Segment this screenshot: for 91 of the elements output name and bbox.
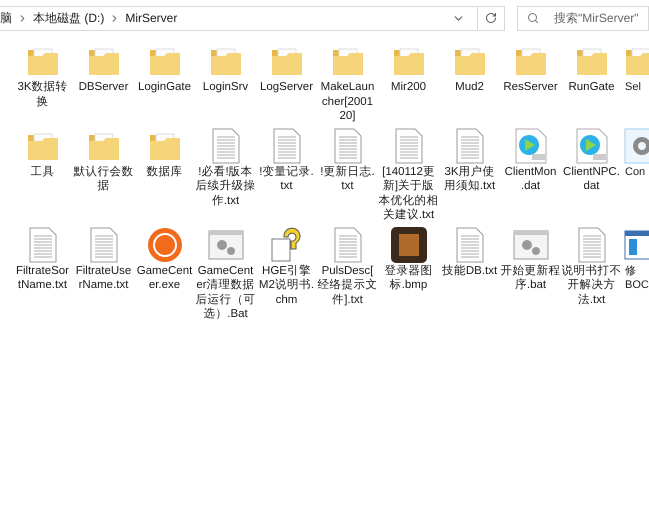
file-name: !必看!版本 后续升级操 作.txt (196, 164, 256, 208)
file-item[interactable]: LogServer (256, 42, 317, 94)
file-item[interactable]: Mud2 (439, 42, 500, 94)
file-name: DBServer (78, 80, 128, 94)
file-name: FiltrateSor tName.txt (16, 264, 70, 292)
text-file-icon (28, 226, 58, 262)
file-item[interactable]: MakeLaun cher[2001 20] (317, 42, 378, 124)
file-item[interactable]: RunGate (561, 42, 622, 94)
text-file-icon (394, 128, 424, 164)
file-name: HGE引擎 M2说明书. chm (258, 264, 314, 307)
file-item[interactable]: 默认行会数 据 (73, 126, 134, 194)
file-item[interactable]: [140112更 新]关于版 本优化的相 关建议.txt (378, 126, 439, 222)
file-item[interactable]: LoginSrv (195, 42, 256, 94)
file-name: RunGate (568, 80, 615, 94)
file-item[interactable]: ClientNPC. dat (561, 126, 622, 194)
file-name: 3K用户使 用须知.txt (444, 164, 496, 194)
file-item[interactable]: PulsDesc[ 经络提示文 件].txt (317, 226, 378, 307)
batch-file-icon (512, 230, 548, 260)
file-name: 开始更新程 序.bat (500, 264, 560, 292)
file-name: MakeLaun cher[2001 20] (320, 80, 374, 124)
batch-file-icon (208, 230, 244, 260)
file-name: Mud2 (455, 80, 484, 94)
file-name: 说明书打不 开解决方 法.txt (562, 264, 622, 307)
file-item[interactable]: Mir200 (378, 42, 439, 94)
file-item[interactable]: 修 BOC (622, 226, 649, 292)
file-item[interactable]: 工具 (12, 126, 73, 179)
file-item[interactable]: FiltrateSor tName.txt (12, 226, 73, 292)
file-name: PulsDesc[ 经络提示文 件].txt (318, 264, 378, 307)
file-item[interactable]: FiltrateUse rName.txt (73, 226, 134, 292)
file-name: Sel (624, 80, 641, 94)
video-file-icon (514, 128, 548, 164)
file-name: !更新日志. txt (320, 164, 375, 194)
file-name: 数据库 (146, 164, 182, 179)
refresh-button[interactable] (478, 6, 505, 30)
search-icon (527, 12, 539, 24)
orb-icon (146, 226, 182, 262)
text-file-icon (272, 128, 302, 164)
breadcrumb[interactable]: 脑 (0, 9, 12, 27)
file-name: FiltrateUse rName.txt (76, 264, 132, 292)
file-item[interactable]: Con (622, 126, 649, 179)
file-name: 3K数据转 换 (17, 80, 68, 109)
file-name: ResServer (503, 80, 558, 94)
file-item[interactable]: GameCent er.exe (134, 226, 195, 292)
file-name: Con (624, 164, 646, 179)
file-name: LoginSrv (202, 80, 248, 94)
text-file-icon (454, 128, 484, 164)
file-item[interactable]: Sel (622, 42, 649, 94)
file-name: Mir200 (390, 80, 426, 94)
file-name: [140112更 新]关于版 本优化的相 关建议.txt (378, 164, 438, 222)
file-item[interactable]: 技能DB.txt (439, 226, 500, 278)
file-item[interactable]: 3K数据转 换 (12, 42, 73, 109)
file-item[interactable]: LoginGate (134, 42, 195, 94)
file-name: 登录器图 标.bmp (384, 264, 432, 292)
breadcrumb[interactable]: 本地磁盘 (D:) (33, 9, 104, 27)
file-name: GameCent er.exe (136, 264, 192, 292)
file-item[interactable]: 登录器图 标.bmp (378, 226, 439, 292)
address-bar[interactable]: 脑 本地磁盘 (D:) MirServer (0, 6, 478, 30)
file-name: 默认行会数 据 (74, 164, 134, 194)
file-item[interactable]: GameCent er清理数据 后运行（可 选）.Bat (195, 226, 256, 322)
file-item[interactable]: !更新日志. txt (317, 126, 378, 194)
file-name: 修 BOC (624, 264, 649, 292)
file-item[interactable]: 说明书打不 开解决方 法.txt (561, 226, 622, 307)
file-item[interactable]: HGE引擎 M2说明书. chm (256, 226, 317, 307)
file-item[interactable]: ClientMon .dat (500, 126, 561, 194)
file-item[interactable]: ResServer (500, 42, 561, 94)
help-file-icon (270, 226, 304, 262)
refresh-icon (485, 12, 497, 24)
text-file-icon (454, 226, 484, 262)
file-name: GameCent er清理数据 后运行（可 选）.Bat (196, 264, 256, 322)
video-file-icon (574, 128, 608, 164)
text-file-icon (332, 226, 362, 262)
image-thumbnail-icon (390, 226, 426, 262)
file-name: LogServer (260, 80, 314, 94)
file-name: !变量记录. txt (259, 164, 314, 194)
breadcrumb[interactable]: MirServer (125, 9, 178, 27)
file-item[interactable]: 数据库 (134, 126, 195, 179)
text-file-icon (88, 226, 118, 262)
file-name: ClientMon .dat (504, 164, 556, 194)
search-field[interactable]: 搜索"MirServer" (517, 6, 649, 30)
file-name: LoginGate (138, 80, 192, 94)
file-name: 技能DB.txt (442, 264, 498, 278)
file-item[interactable]: DBServer (73, 42, 134, 94)
file-item[interactable]: !变量记录. txt (256, 126, 317, 194)
file-item[interactable]: 开始更新程 序.bat (500, 226, 561, 292)
file-name: 工具 (30, 164, 54, 179)
file-name: ClientNPC. dat (563, 164, 620, 194)
file-item[interactable]: !必看!版本 后续升级操 作.txt (195, 126, 256, 208)
file-item[interactable]: 3K用户使 用须知.txt (439, 126, 500, 194)
text-file-icon (210, 128, 240, 164)
text-file-icon (576, 226, 606, 262)
text-file-icon (332, 128, 362, 164)
